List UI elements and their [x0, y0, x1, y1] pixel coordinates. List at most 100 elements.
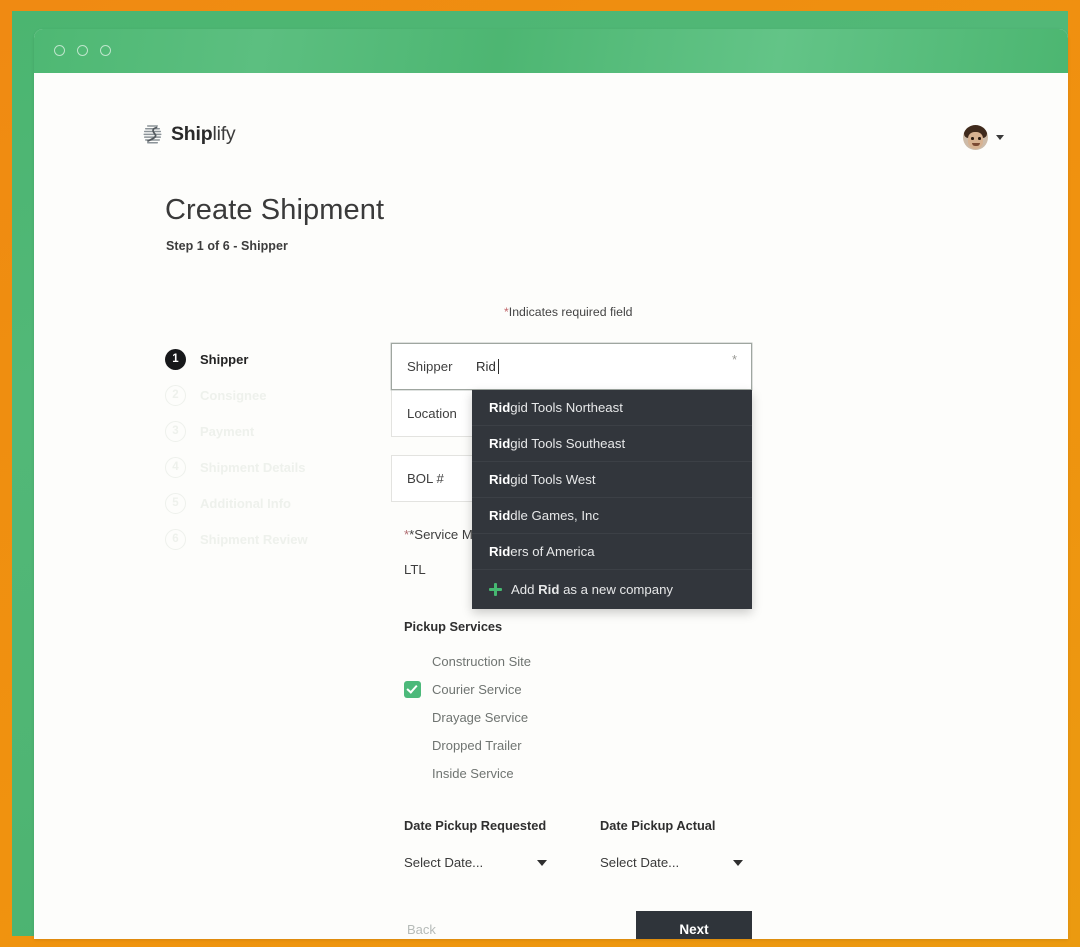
date-pickup-requested-group: Date Pickup Requested Select Date... — [404, 818, 600, 870]
decorative-green-mat: Shiplify Create Shipment Step 1 of 6 - S… — [12, 11, 1068, 939]
dropdown-option-rest: dle Games, Inc — [510, 508, 599, 523]
pickup-service-row-4[interactable]: Inside Service — [404, 759, 734, 787]
logo-word-light: lify — [212, 123, 236, 145]
date-pickup-requested-value: Select Date... — [404, 855, 484, 870]
date-pickup-requested-label: Date Pickup Requested — [404, 818, 547, 833]
next-button[interactable]: Next — [636, 911, 752, 939]
date-pickup-requested-select[interactable]: Select Date... — [404, 855, 549, 870]
sidebar-item-step-3[interactable]: 3 Payment — [165, 413, 365, 449]
add-prefix: Add — [511, 582, 535, 597]
striped-sphere-icon — [143, 124, 162, 143]
sidebar-item-step-5[interactable]: 5 Additional Info — [165, 485, 365, 521]
chevron-down-icon[interactable] — [733, 859, 743, 866]
sidebar-item-step-6[interactable]: 6 Shipment Review — [165, 521, 365, 557]
shiplify-logo[interactable]: Shiplify — [143, 123, 236, 146]
shipper-input[interactable]: Rid — [475, 359, 751, 374]
dropdown-option-rest: ers of America — [510, 544, 595, 559]
step-number-badge: 6 — [165, 528, 186, 550]
sidebar-item-step-4[interactable]: 4 Shipment Details — [165, 449, 365, 485]
checkbox-unchecked-icon[interactable] — [404, 765, 421, 782]
window-dot-minimize-icon[interactable] — [77, 45, 88, 56]
step-label: Shipment Review — [200, 531, 308, 547]
plus-icon — [489, 583, 502, 596]
dropdown-option-4[interactable]: Rid ers of America — [472, 534, 752, 570]
window-dot-zoom-icon[interactable] — [100, 45, 111, 56]
add-new-company-text: Add Rid as a new company — [511, 582, 673, 597]
checkbox-unchecked-icon[interactable] — [404, 737, 421, 754]
dropdown-option-match: Rid — [489, 508, 511, 523]
step-number-badge: 1 — [165, 348, 186, 370]
logo-word-bold: Ship — [171, 123, 213, 145]
page-subtitle: Step 1 of 6 - Shipper — [166, 239, 288, 253]
date-pickers: Date Pickup Requested Select Date... Dat… — [404, 818, 754, 870]
pickup-service-row-3[interactable]: Dropped Trailer — [404, 731, 734, 759]
pickup-service-label: Dropped Trailer — [432, 737, 522, 753]
shipper-form: Shipper Rid * Location BOL # Rid gid Too… — [391, 343, 752, 609]
checkbox-unchecked-icon[interactable] — [404, 653, 421, 670]
pickup-service-row-2[interactable]: Drayage Service — [404, 703, 734, 731]
pickup-service-label: Courier Service — [432, 681, 522, 697]
date-pickup-actual-value: Select Date... — [600, 855, 680, 870]
date-pickup-actual-select[interactable]: Select Date... — [600, 855, 745, 870]
step-label: Additional Info — [200, 495, 291, 511]
pickup-service-row-1[interactable]: Courier Service — [404, 675, 734, 703]
service-mode-label-text: *Service Mo — [409, 527, 481, 542]
dropdown-option-match: Rid — [489, 400, 511, 415]
pickup-services-title: Pickup Services — [404, 619, 503, 634]
shipper-required-asterisk: * — [731, 352, 737, 367]
date-pickup-actual-label: Date Pickup Actual — [600, 818, 716, 833]
step-label: Consignee — [200, 387, 267, 403]
chevron-down-icon[interactable] — [996, 135, 1004, 140]
shipper-autocomplete-dropdown[interactable]: Rid gid Tools Northeast Rid gid Tools Sout… — [472, 390, 752, 609]
window-dot-close-icon[interactable] — [54, 45, 65, 56]
decorative-outer-frame: Shiplify Create Shipment Step 1 of 6 - S… — [0, 0, 1080, 947]
shipper-label: Shipper — [407, 359, 453, 374]
date-pickup-actual-group: Date Pickup Actual Select Date... — [600, 818, 750, 870]
avatar-face — [968, 132, 983, 149]
page-title: Create Shipment — [165, 194, 385, 226]
avatar-eye-left — [971, 137, 974, 140]
checkbox-checked-icon[interactable] — [404, 680, 421, 698]
browser-chrome-bar — [34, 29, 1068, 73]
browser-window: Shiplify Create Shipment Step 1 of 6 - S… — [34, 29, 1068, 939]
step-number-badge: 3 — [165, 420, 186, 442]
dropdown-option-match: Rid — [489, 472, 511, 487]
service-mode-value[interactable]: LTL — [404, 562, 426, 577]
bol-label: BOL # — [407, 471, 444, 486]
step-number-badge: 5 — [165, 492, 186, 514]
checkbox-unchecked-icon[interactable] — [404, 709, 421, 726]
dropdown-option-rest: gid Tools Southeast — [510, 436, 626, 451]
pickup-service-row-0[interactable]: Construction Site — [404, 647, 734, 675]
wizard-stepper: 1 Shipper 2 Consignee 3 Payment 4 Shipme… — [165, 341, 365, 557]
page-content: Shiplify Create Shipment Step 1 of 6 - S… — [34, 73, 1068, 939]
step-number-badge: 4 — [165, 456, 186, 478]
dropdown-option-match: Rid — [489, 544, 511, 559]
step-label: Shipper — [200, 351, 249, 367]
pickup-service-label: Drayage Service — [432, 709, 529, 725]
sidebar-item-step-1[interactable]: 1 Shipper — [165, 341, 365, 377]
shipper-input-value: Rid — [476, 359, 496, 374]
dropdown-option-rest: gid Tools West — [510, 472, 596, 487]
avatar-eye-right — [978, 137, 981, 140]
required-note-text: Indicates required field — [508, 305, 633, 319]
dropdown-option-2[interactable]: Rid gid Tools West — [472, 462, 752, 498]
step-label: Payment — [200, 423, 255, 439]
text-cursor — [497, 359, 499, 374]
pickup-service-label: Inside Service — [432, 765, 514, 781]
dropdown-option-3[interactable]: Rid dle Games, Inc — [472, 498, 752, 534]
chevron-down-icon[interactable] — [537, 859, 547, 866]
pickup-services-group: Pickup Services Construction Site Courie… — [404, 619, 734, 787]
user-menu[interactable] — [963, 125, 1004, 150]
dropdown-option-0[interactable]: Rid gid Tools Northeast — [472, 390, 752, 426]
add-suffix: as a new company — [563, 582, 674, 597]
add-new-company-option[interactable]: Add Rid as a new company — [472, 570, 752, 609]
location-label: Location — [407, 405, 457, 421]
logo-wordmark: Shiplify — [171, 123, 236, 146]
dropdown-option-1[interactable]: Rid gid Tools Southeast — [472, 426, 752, 462]
required-field-note: *Indicates required field — [504, 305, 633, 319]
pickup-service-label: Construction Site — [432, 653, 531, 669]
shipper-field-row[interactable]: Shipper Rid * — [391, 343, 752, 390]
sidebar-item-step-2[interactable]: 2 Consignee — [165, 377, 365, 413]
step-number-badge: 2 — [165, 384, 186, 406]
back-button[interactable]: Back — [407, 922, 436, 937]
